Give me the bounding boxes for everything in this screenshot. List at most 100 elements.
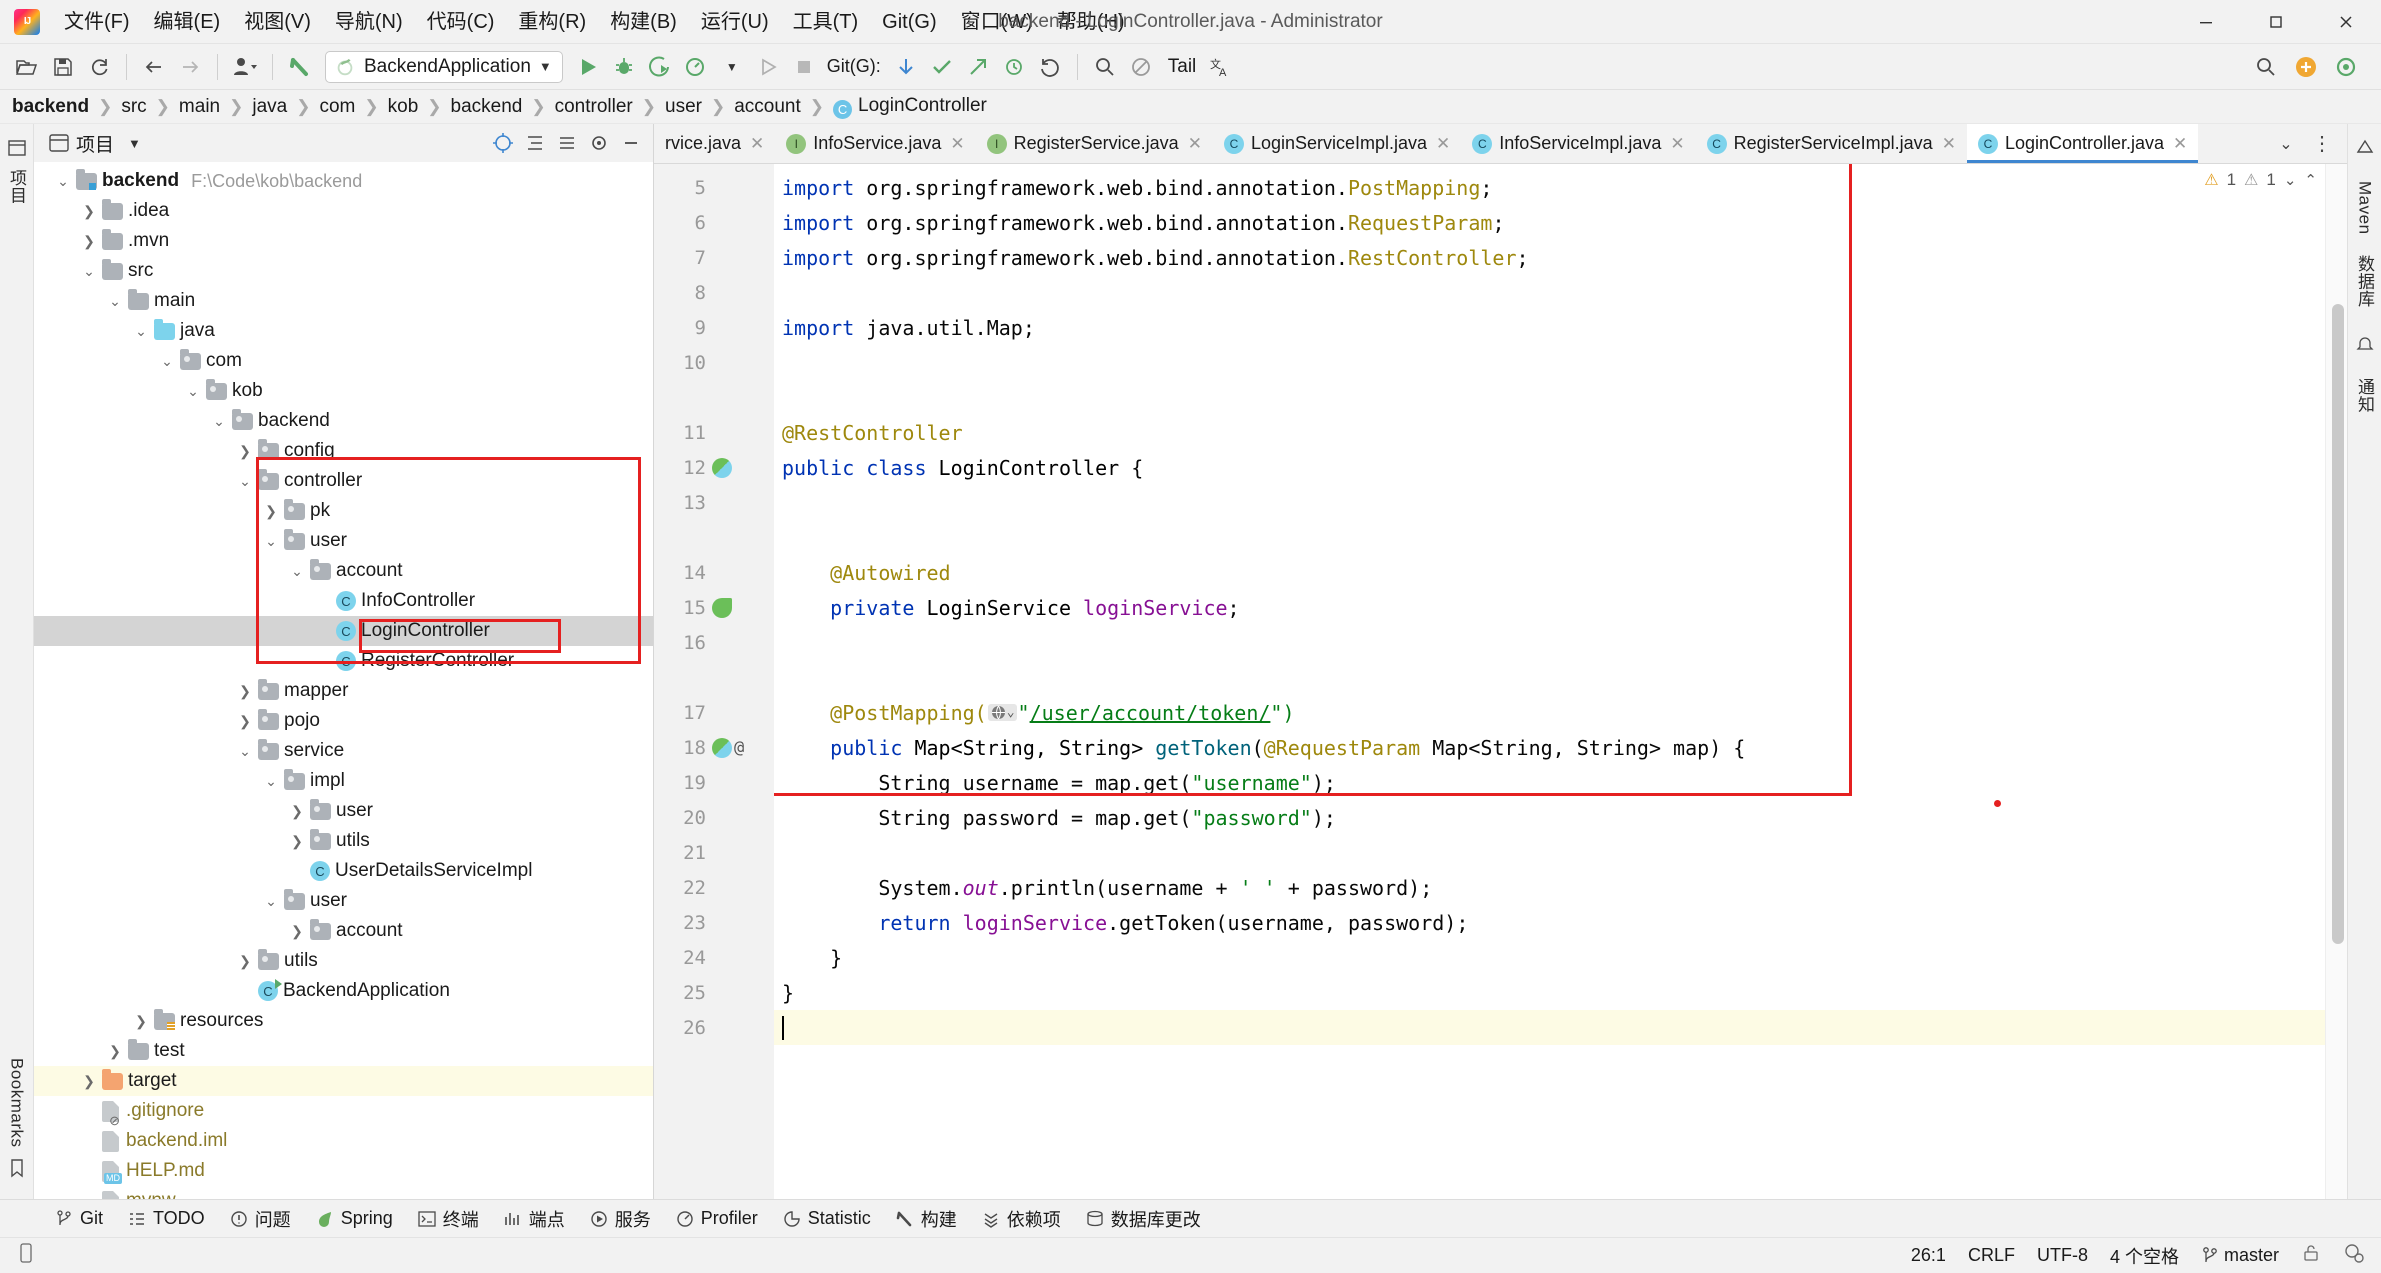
code-line-16[interactable] [774,625,2325,660]
tree-node-src[interactable]: ⌄src [34,256,653,286]
tree-node-utils[interactable]: ❯utils [34,826,653,856]
chevron-right-icon[interactable]: ❯ [76,1073,102,1090]
chevron-right-icon[interactable]: ❯ [232,713,258,730]
tool-window-button-cn5[interactable]: 端点 [493,1202,575,1236]
gutter-line-20[interactable]: 20 [654,800,774,835]
file-encoding[interactable]: UTF-8 [2037,1245,2088,1266]
maven-rail-icon[interactable] [2356,138,2374,161]
gutter-line-26[interactable]: 26 [654,1010,774,1045]
chevron-down-icon[interactable]: ⌄ [232,743,258,760]
editor-tab-infoserviceimpljava[interactable]: CInfoServiceImpl.java✕ [1461,124,1695,163]
code-line-14[interactable]: @Autowired [774,555,2325,590]
project-rail-label[interactable]: 项目 [4,169,29,204]
menu-item-3[interactable]: 导航(N) [323,0,415,44]
forward-arrow-icon[interactable] [173,50,207,84]
editor-tab-infoservicejava[interactable]: IInfoService.java✕ [775,124,975,163]
search-everywhere-icon[interactable] [1088,50,1122,84]
attach-button[interactable] [751,50,785,84]
git-history-icon[interactable] [997,50,1031,84]
profile-dropdown-icon[interactable]: ▼ [715,50,749,84]
editor-tab-registerserviceimpljava[interactable]: CRegisterServiceImpl.java✕ [1696,124,1967,163]
sync-icon[interactable] [82,50,116,84]
tool-window-button-cn6[interactable]: 服务 [579,1202,661,1236]
git-branch-widget[interactable]: master [2201,1245,2279,1266]
tab-list-chevron-icon[interactable]: ⌄ [2269,127,2303,161]
code-editor[interactable]: 56789101112131415161718@1920212223242526… [654,164,2347,1199]
tree-node-java[interactable]: ⌄java [34,316,653,346]
save-all-icon[interactable] [46,50,80,84]
breadcrumb-item-current-class[interactable]: CLoginController [833,95,987,119]
close-button[interactable] [2311,0,2381,44]
tree-node-account[interactable]: ❯account [34,916,653,946]
panel-settings-gear-icon[interactable] [585,129,613,157]
code-line-9[interactable]: import java.util.Map; [774,310,2325,345]
gutter-line-blank[interactable] [654,660,774,695]
git-commit-icon[interactable] [925,50,959,84]
chevron-down-icon[interactable]: ⌄ [284,563,310,580]
tree-node-helpmd[interactable]: MDHELP.md [34,1156,653,1186]
tool-window-button-cn10[interactable]: 依赖项 [971,1202,1071,1236]
chevron-down-icon[interactable]: ⌄ [50,173,76,190]
spring-bean-gutter-icon[interactable] [712,738,732,758]
menu-item-2[interactable]: 视图(V) [232,0,323,44]
project-tree[interactable]: ⌄backendF:\Code\kob\backend❯.idea❯.mvn⌄s… [34,162,653,1199]
code-line-17[interactable]: @PostMapping(⌄"/user/account/token/") [774,695,2325,730]
tree-node-target[interactable]: ❯target [34,1066,653,1096]
chevron-right-icon[interactable]: ❯ [76,203,102,220]
git-revert-icon[interactable] [1033,50,1067,84]
tree-node-backendapplication[interactable]: CBackendApplication [34,976,653,1006]
profile-icon[interactable] [228,50,262,84]
line-separator[interactable]: CRLF [1968,1245,2015,1266]
tool-window-button-cn9[interactable]: 构建 [885,1202,967,1236]
chevron-down-icon[interactable]: ⌄ [128,323,154,340]
chevron-down-icon[interactable]: ⌄ [180,383,206,400]
tree-node-registercontroller[interactable]: CRegisterController [34,646,653,676]
gutter-line-blank[interactable] [654,520,774,555]
chevron-right-icon[interactable]: ❯ [76,233,102,250]
notifications-rail-label[interactable]: 通知 [2352,378,2377,413]
chevron-right-icon[interactable]: ❯ [258,503,284,520]
gutter-line-6[interactable]: 6 [654,205,774,240]
spring-bean-gutter-icon[interactable] [712,598,732,618]
tree-node-config[interactable]: ❯config [34,436,653,466]
gutter-line-16[interactable]: 16 [654,625,774,660]
project-view-chevron-icon[interactable]: ▼ [128,136,141,151]
tool-window-button-todo[interactable]: TODO [117,1204,215,1233]
run-button[interactable] [571,50,605,84]
chevron-down-icon[interactable]: ⌄ [154,353,180,370]
menu-item-11[interactable]: 帮助(H) [1045,0,1137,44]
tree-node-impl[interactable]: ⌄impl [34,766,653,796]
no-entry-icon[interactable] [1124,50,1158,84]
code-line-21[interactable] [774,835,2325,870]
tool-window-button-spring[interactable]: Spring [305,1204,403,1233]
caret-position[interactable]: 26:1 [1911,1245,1946,1266]
web-endpoint-globe-icon[interactable]: ⌄ [988,704,1017,721]
tree-node-mvn[interactable]: ❯.mvn [34,226,653,256]
tree-node-user[interactable]: ❯user [34,796,653,826]
tree-node-service[interactable]: ⌄service [34,736,653,766]
tool-window-button-cn2[interactable]: 问题 [219,1202,301,1236]
code-line-20[interactable]: String password = map.get("password"); [774,800,2325,835]
back-arrow-icon[interactable] [137,50,171,84]
menu-item-8[interactable]: 工具(T) [781,0,871,44]
editor-gutter[interactable]: 56789101112131415161718@1920212223242526 [654,164,774,1199]
chevron-down-icon[interactable]: ⌄ [258,533,284,550]
tree-node-account[interactable]: ⌄account [34,556,653,586]
chevron-down-icon[interactable]: ⌄ [102,293,128,310]
unlocked-icon[interactable] [2301,1243,2321,1268]
profile-run-button[interactable] [679,50,713,84]
gutter-line-13[interactable]: 13 [654,485,774,520]
close-tab-icon[interactable]: ✕ [1188,134,1202,154]
breadcrumb-item-account[interactable]: account [734,96,801,118]
git-update-icon[interactable] [889,50,923,84]
close-tab-icon[interactable]: ✕ [1942,134,1956,154]
tree-node-logincontroller[interactable]: CLoginController [34,616,653,646]
chevron-right-icon[interactable]: ❯ [232,443,258,460]
gutter-line-15[interactable]: 15 [654,590,774,625]
breadcrumb-item-user[interactable]: user [665,96,702,118]
close-tab-icon[interactable]: ✕ [2173,134,2187,154]
tree-node-pk[interactable]: ❯pk [34,496,653,526]
project-rail-icon[interactable] [7,138,27,163]
stop-button[interactable] [787,50,821,84]
tree-node-user[interactable]: ⌄user [34,526,653,556]
